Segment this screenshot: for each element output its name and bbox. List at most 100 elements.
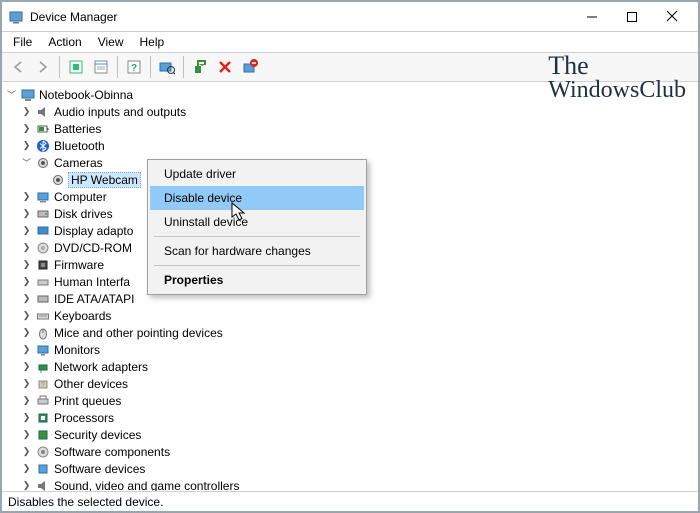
tree-node-label: Computer bbox=[52, 190, 109, 204]
display-adapter-icon bbox=[34, 223, 52, 239]
help-button[interactable]: ? bbox=[122, 55, 146, 79]
tree-item-security[interactable]: ❯ Security devices bbox=[4, 426, 696, 443]
sound-icon bbox=[34, 478, 52, 492]
menu-action[interactable]: Action bbox=[41, 34, 88, 50]
disable-device-button[interactable] bbox=[213, 55, 237, 79]
printer-icon bbox=[34, 393, 52, 409]
expand-icon[interactable]: ❯ bbox=[19, 208, 34, 219]
forward-button bbox=[31, 55, 55, 79]
expand-icon[interactable]: ❯ bbox=[19, 327, 34, 338]
ctx-uninstall-device[interactable]: Uninstall device bbox=[150, 210, 364, 234]
context-menu: Update driver Disable device Uninstall d… bbox=[147, 159, 367, 295]
tree-node-label: DVD/CD-ROM bbox=[52, 241, 134, 255]
close-button[interactable] bbox=[652, 3, 692, 31]
tree-node-label: Mice and other pointing devices bbox=[52, 326, 225, 340]
expand-icon[interactable]: ❯ bbox=[19, 412, 34, 423]
expand-icon[interactable]: ❯ bbox=[19, 429, 34, 440]
expand-icon[interactable]: ❯ bbox=[19, 446, 34, 457]
show-hidden-button[interactable] bbox=[64, 55, 88, 79]
expand-icon[interactable]: ❯ bbox=[19, 225, 34, 236]
firmware-icon bbox=[34, 257, 52, 273]
software-dev-icon bbox=[34, 461, 52, 477]
expand-icon[interactable]: ❯ bbox=[19, 259, 34, 270]
tree-node-label: Keyboards bbox=[52, 309, 113, 323]
tree-item-keyboards[interactable]: ❯ Keyboards bbox=[4, 307, 696, 324]
uninstall-device-button[interactable] bbox=[238, 55, 262, 79]
ctx-update-driver[interactable]: Update driver bbox=[150, 162, 364, 186]
monitor-icon bbox=[34, 342, 52, 358]
battery-icon bbox=[34, 121, 52, 137]
tree-node-label: Processors bbox=[52, 411, 116, 425]
menu-file[interactable]: File bbox=[6, 34, 39, 50]
security-icon bbox=[34, 427, 52, 443]
tree-item-audio[interactable]: ❯Audio inputs and outputs bbox=[4, 103, 696, 120]
collapse-icon[interactable]: ﹀ bbox=[19, 156, 34, 169]
expand-icon[interactable]: ❯ bbox=[19, 463, 34, 474]
toolbar: ? bbox=[2, 52, 698, 82]
expand-icon[interactable]: ❯ bbox=[19, 344, 34, 355]
app-icon bbox=[8, 9, 24, 25]
expand-icon[interactable]: ❯ bbox=[19, 276, 34, 287]
menu-help[interactable]: Help bbox=[133, 34, 172, 50]
speaker-icon bbox=[34, 104, 52, 120]
tree-item-batteries[interactable]: ❯ Batteries bbox=[4, 120, 696, 137]
maximize-button[interactable] bbox=[612, 3, 652, 31]
tree-item-monitors[interactable]: ❯ Monitors bbox=[4, 341, 696, 358]
mouse-icon bbox=[34, 325, 52, 341]
tree-node-label: HP Webcam bbox=[68, 172, 141, 188]
tree-node-label: IDE ATA/ATAPI bbox=[52, 292, 136, 306]
tree-item-software-devices[interactable]: ❯ Software devices bbox=[4, 460, 696, 477]
expand-icon[interactable]: ❯ bbox=[19, 395, 34, 406]
expand-icon[interactable]: ❯ bbox=[19, 310, 34, 321]
expand-icon[interactable]: ❯ bbox=[19, 378, 34, 389]
expand-icon[interactable]: ❯ bbox=[19, 361, 34, 372]
tree-node-label: Disk drives bbox=[52, 207, 115, 221]
scan-hardware-button[interactable] bbox=[155, 55, 179, 79]
ctx-disable-device[interactable]: Disable device bbox=[150, 186, 364, 210]
dvd-icon bbox=[34, 240, 52, 256]
expand-icon[interactable]: ❯ bbox=[19, 106, 34, 117]
ctx-scan-hardware[interactable]: Scan for hardware changes bbox=[150, 239, 364, 263]
expand-icon[interactable]: ❯ bbox=[19, 191, 34, 202]
tree-item-sound-video-game[interactable]: ❯ Sound, video and game controllers bbox=[4, 477, 696, 491]
tree-node-label: Batteries bbox=[52, 122, 103, 136]
expand-icon[interactable]: ❯ bbox=[19, 242, 34, 253]
tree-item-other[interactable]: ❯?Other devices bbox=[4, 375, 696, 392]
tree-node-label: Display adapto bbox=[52, 224, 135, 238]
ctx-properties[interactable]: Properties bbox=[150, 268, 364, 292]
tree-item-processors[interactable]: ❯ Processors bbox=[4, 409, 696, 426]
collapse-icon[interactable]: ﹀ bbox=[4, 88, 19, 101]
tree-item-mice[interactable]: ❯ Mice and other pointing devices bbox=[4, 324, 696, 341]
expand-icon[interactable]: ❯ bbox=[19, 480, 34, 491]
computer-root-icon bbox=[19, 87, 37, 103]
ide-icon bbox=[34, 291, 52, 307]
tree-node-label: Notebook-Obinna bbox=[37, 88, 135, 102]
back-button bbox=[6, 55, 30, 79]
tree-node-label: Bluetooth bbox=[52, 139, 107, 153]
enable-device-button[interactable] bbox=[188, 55, 212, 79]
other-device-icon: ? bbox=[34, 376, 52, 392]
tree-item-bluetooth[interactable]: ❯ Bluetooth bbox=[4, 137, 696, 154]
tree-item-software-components[interactable]: ❯ Software components bbox=[4, 443, 696, 460]
menu-view[interactable]: View bbox=[91, 34, 131, 50]
tree-node-label: Monitors bbox=[52, 343, 102, 357]
tree-item-network[interactable]: ❯Network adapters bbox=[4, 358, 696, 375]
tree-node-label: Cameras bbox=[52, 156, 105, 170]
expand-icon[interactable]: ❯ bbox=[19, 293, 34, 304]
minimize-button[interactable] bbox=[572, 3, 612, 31]
properties-button[interactable] bbox=[89, 55, 113, 79]
tree-node-label: Software components bbox=[52, 445, 172, 459]
expand-icon[interactable]: ❯ bbox=[19, 140, 34, 151]
tree-node-label: Security devices bbox=[52, 428, 143, 442]
ctx-separator bbox=[154, 265, 360, 266]
tree-node-label: Sound, video and game controllers bbox=[52, 479, 241, 492]
svg-text:?: ? bbox=[41, 382, 45, 389]
expand-icon[interactable]: ❯ bbox=[19, 123, 34, 134]
svg-text:?: ? bbox=[131, 63, 137, 74]
tree-root[interactable]: ﹀ Notebook-Obinna bbox=[4, 86, 696, 103]
statusbar: Disables the selected device. bbox=[2, 491, 698, 511]
disk-icon bbox=[34, 206, 52, 222]
tree-item-print-queues[interactable]: ❯Print queues bbox=[4, 392, 696, 409]
camera-icon bbox=[34, 155, 52, 171]
tree-node-label: Software devices bbox=[52, 462, 147, 476]
